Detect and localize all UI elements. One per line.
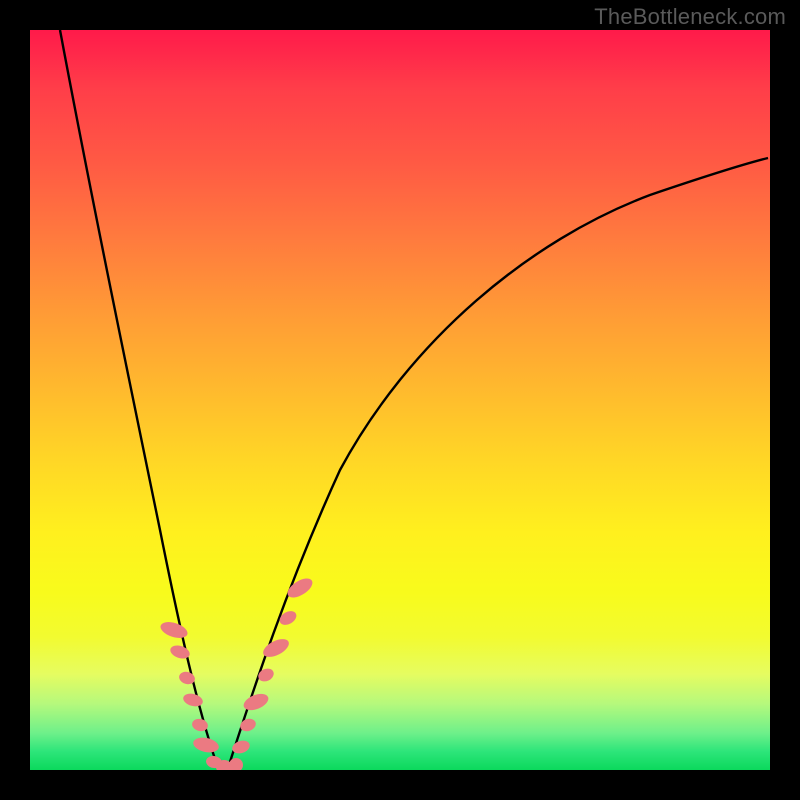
- plot-area: [30, 30, 770, 770]
- bead: [182, 692, 204, 709]
- v-curve: [60, 30, 768, 768]
- bead: [192, 735, 220, 754]
- bead: [241, 691, 270, 714]
- bead: [284, 575, 315, 602]
- watermark-text: TheBottleneck.com: [594, 4, 786, 30]
- bead: [159, 619, 190, 641]
- bead: [256, 666, 276, 684]
- curve-layer: [30, 30, 770, 770]
- chart-frame: TheBottleneck.com: [0, 0, 800, 800]
